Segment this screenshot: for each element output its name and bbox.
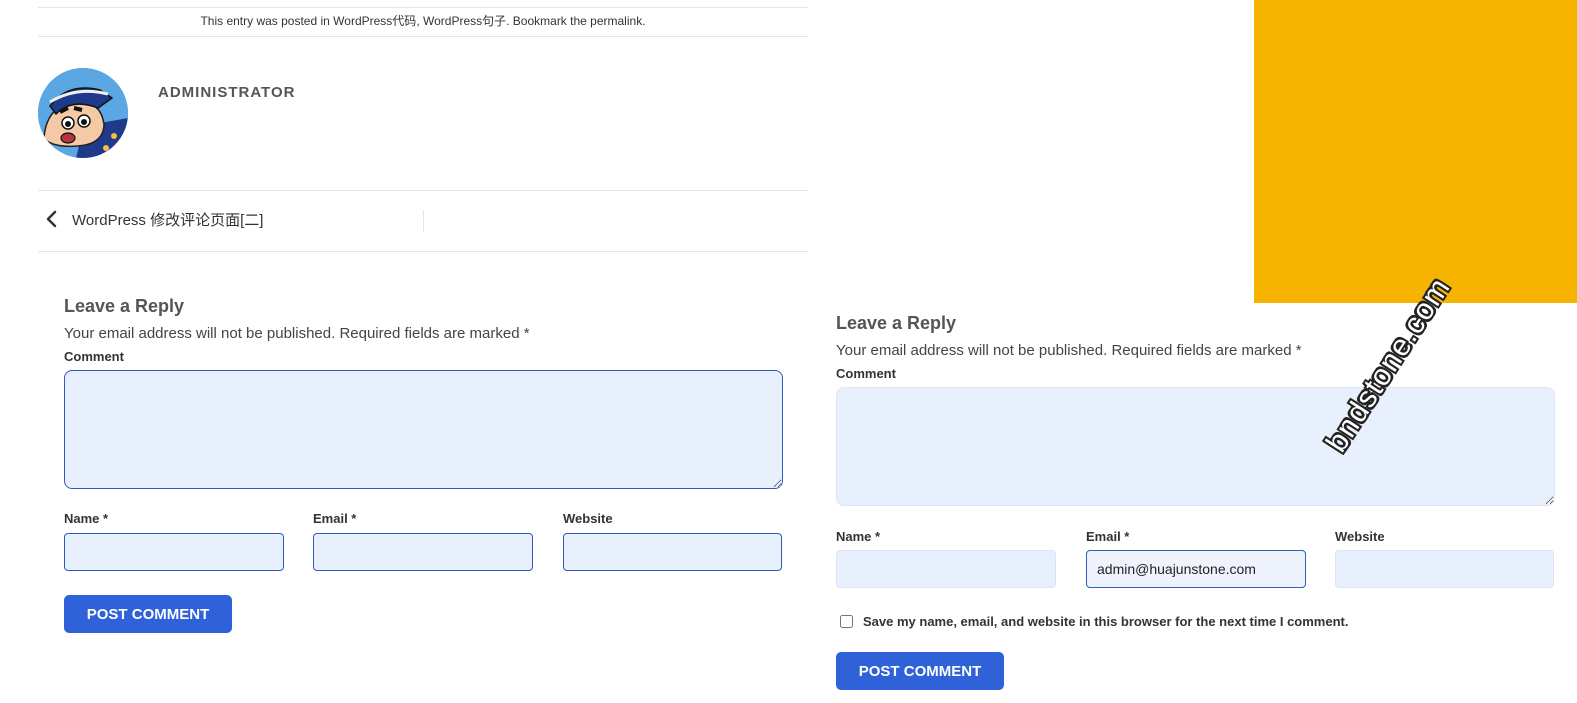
email-input[interactable] xyxy=(1086,550,1306,588)
comment-label: Comment xyxy=(64,349,124,364)
category-link-sentence[interactable]: WordPress句子 xyxy=(423,14,506,28)
divider xyxy=(38,251,808,252)
name-input[interactable] xyxy=(64,533,284,571)
email-input[interactable] xyxy=(313,533,533,571)
permalink-link[interactable]: permalink xyxy=(590,14,642,28)
category-link-code[interactable]: WordPress代码 xyxy=(333,14,416,28)
website-input[interactable] xyxy=(563,533,782,571)
name-label: Name * xyxy=(64,511,109,526)
previous-post-title: WordPress 修改评论页面[二] xyxy=(72,211,264,229)
reply-title: Leave a Reply xyxy=(64,296,185,316)
previous-post-link[interactable]: WordPress 修改评论页面[二] xyxy=(44,206,263,232)
post-comment-button[interactable]: POST COMMENT xyxy=(836,652,1004,690)
post-comment-button[interactable]: POST COMMENT xyxy=(64,595,232,633)
entry-meta-suffix: . xyxy=(642,14,646,28)
email-label: Email * xyxy=(313,511,357,526)
save-info-label: Save my name, email, and website in this… xyxy=(863,614,1349,629)
name-input[interactable] xyxy=(836,550,1056,588)
email-label: Email * xyxy=(1086,529,1130,544)
author-avatar xyxy=(38,68,128,158)
save-info-checkbox[interactable] xyxy=(840,615,853,628)
avatar-illustration-icon xyxy=(38,68,128,158)
comment-textarea[interactable] xyxy=(836,387,1555,506)
website-input[interactable] xyxy=(1335,550,1554,588)
yellow-block xyxy=(1254,0,1577,303)
required-notice: Your email address will not be published… xyxy=(64,325,530,342)
entry-meta-prefix: This entry was posted in xyxy=(200,14,334,28)
entry-meta-middle: . Bookmark the xyxy=(506,14,591,28)
reply-title: Leave a Reply xyxy=(836,313,957,333)
entry-meta: This entry was posted in WordPress代码, Wo… xyxy=(38,7,808,37)
website-label: Website xyxy=(563,511,613,526)
chevron-left-icon xyxy=(46,210,57,228)
comment-label: Comment xyxy=(836,366,896,381)
name-label: Name * xyxy=(836,529,881,544)
entry-meta-separator: , xyxy=(416,14,423,28)
divider xyxy=(38,190,808,191)
author-name[interactable]: ADMINISTRATOR xyxy=(158,84,295,101)
required-notice: Your email address will not be published… xyxy=(836,342,1302,359)
save-info-option[interactable]: Save my name, email, and website in this… xyxy=(840,614,1348,629)
nav-divider xyxy=(423,210,424,232)
website-label: Website xyxy=(1335,529,1385,544)
comment-textarea[interactable] xyxy=(64,370,783,489)
